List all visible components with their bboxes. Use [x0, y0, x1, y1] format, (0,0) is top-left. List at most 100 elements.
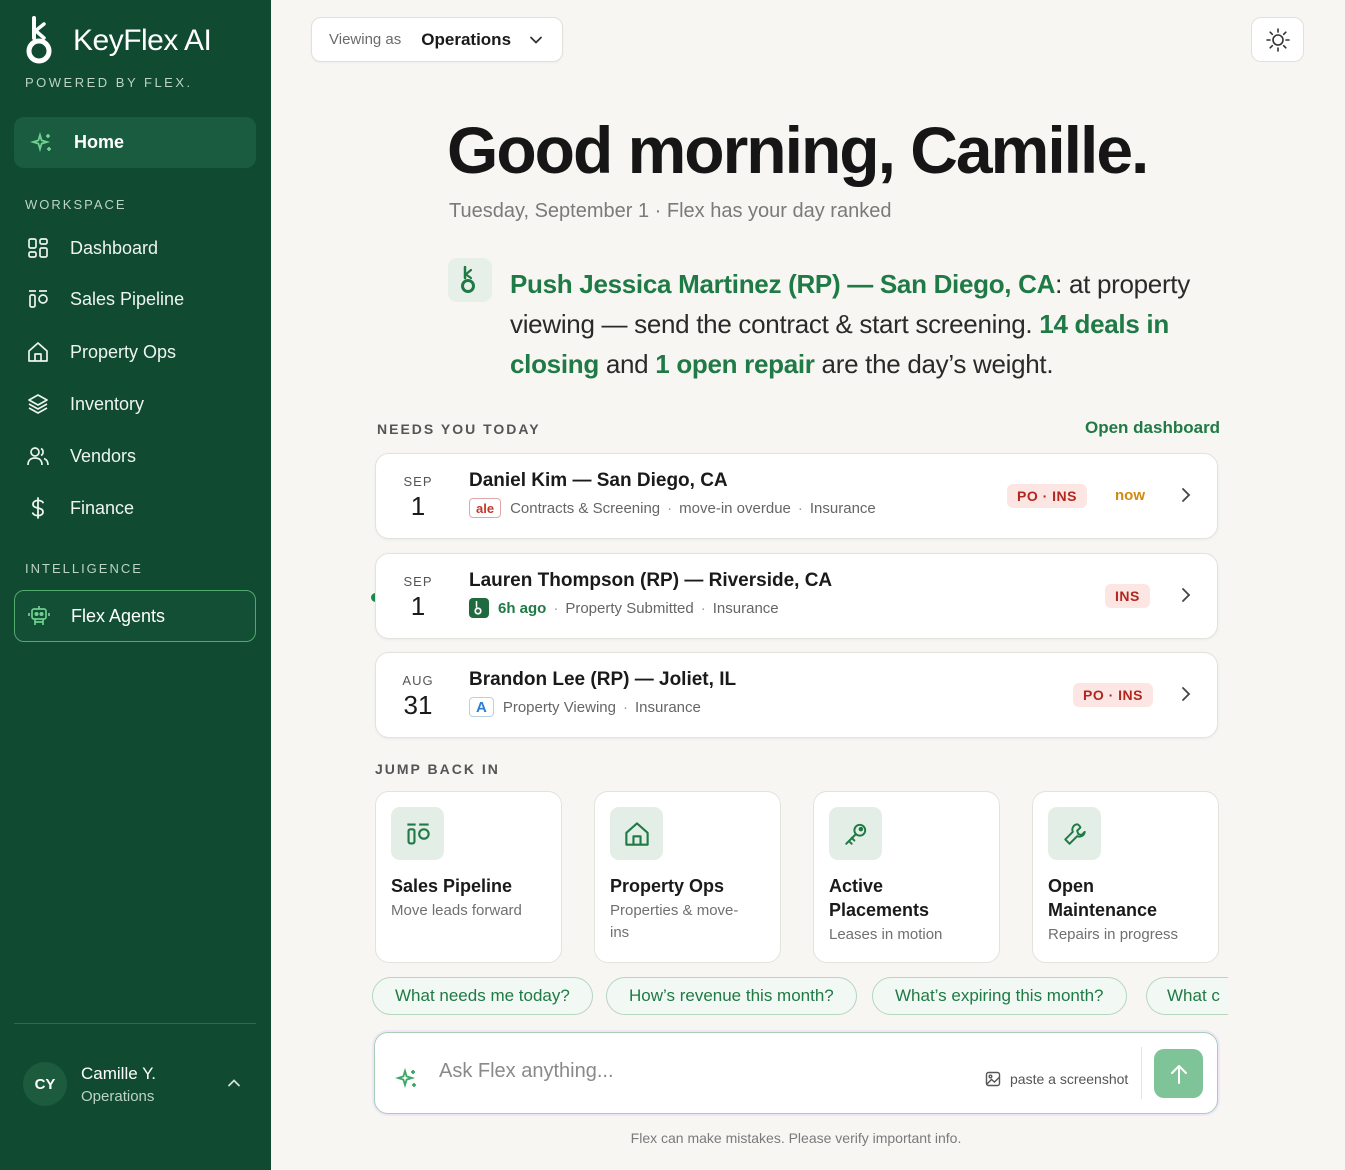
brand-tagline: POWERED BY FLEX. [25, 75, 193, 90]
task-title: Lauren Thompson (RP) — Riverside, CA [469, 570, 833, 591]
task-meta: ale Contracts & Screening · move-in overd… [469, 498, 876, 518]
users-icon [26, 444, 50, 468]
chevron-right-icon [1182, 687, 1191, 701]
sidebar-divider [14, 1023, 256, 1024]
brand[interactable]: KeyFlex AI [25, 16, 212, 66]
sidebar: KeyFlex AI POWERED BY FLEX. Home WORKSPA… [0, 0, 271, 1170]
ask-flex-input[interactable] [439, 1053, 959, 1089]
task-month: SEP [403, 474, 433, 489]
dashboard-icon [26, 236, 50, 260]
sidebar-item-label: Dashboard [70, 237, 159, 258]
task-month: SEP [403, 574, 433, 589]
arrow-up-icon [1170, 1064, 1187, 1084]
disclaimer: Flex can make mistakes. Please verify im… [630, 1130, 962, 1146]
sidebar-item-flex-agents[interactable]: Flex Agents [14, 590, 256, 642]
chevron-right-icon [1182, 588, 1191, 602]
user-menu[interactable]: CY Camille Y. Operations [23, 1060, 253, 1108]
wrench-icon [1048, 807, 1101, 860]
status-badge: PO · INS [1007, 484, 1088, 508]
task-meta: 6h ago · Property Submitted · Insurance [469, 598, 779, 618]
suggestion-chip[interactable]: What’s expiring this month? [872, 977, 1127, 1015]
image-icon [985, 1071, 1001, 1087]
pipeline-icon [391, 807, 444, 860]
input-divider [1141, 1047, 1142, 1099]
greeting-subline: Tuesday, September 1 · Flex has your day… [449, 200, 892, 222]
open-dashboard-link[interactable]: Open dashboard [1085, 418, 1220, 438]
flex-logo-icon [448, 258, 492, 302]
jump-back-heading: JUMP BACK IN [375, 761, 500, 777]
card-subtitle: Move leads forward [391, 902, 522, 919]
sidebar-item-sales-pipeline[interactable]: Sales Pipeline [14, 277, 256, 321]
task-row[interactable]: AUG 31 Brandon Lee (RP) — Joliet, IL A P… [375, 652, 1218, 738]
avatar: CY [23, 1062, 67, 1106]
jump-card-open-maintenance[interactable]: Open Maintenance Repairs in progress [1032, 791, 1219, 963]
task-row[interactable]: SEP 1 Lauren Thompson (RP) — Riverside, … [375, 553, 1218, 639]
card-subtitle: Leases in motion [829, 926, 943, 943]
intelligence-section-label: INTELLIGENCE [25, 561, 143, 576]
brief-text: Push Jessica Martinez (RP) — San Diego, … [510, 269, 1190, 379]
suggestion-chips: What needs me today? How’s revenue this … [372, 977, 1228, 1017]
pipeline-icon [26, 287, 50, 311]
chevron-right-icon [1182, 488, 1191, 502]
card-subtitle: Properties & move-ins [610, 902, 739, 941]
suggestion-chip[interactable]: What c [1146, 977, 1228, 1015]
sidebar-item-dashboard[interactable]: Dashboard [14, 226, 256, 270]
sidebar-item-home[interactable]: Home [14, 117, 256, 168]
task-month: AUG [402, 673, 434, 688]
suggestion-chip[interactable]: How’s revenue this month? [606, 977, 857, 1015]
jump-card-active-placements[interactable]: Active Placements Leases in motion [813, 791, 1000, 963]
keyflex-logo-icon [26, 16, 52, 64]
card-subtitle: Repairs in progress [1048, 926, 1179, 943]
sidebar-item-label: Sales Pipeline [70, 288, 185, 309]
robot-icon [27, 604, 51, 628]
status-badge: PO · INS [1073, 683, 1154, 707]
sparkle-icon [395, 1067, 416, 1089]
viewing-as-select[interactable]: Viewing as Operations [311, 17, 563, 62]
paste-screenshot-button[interactable]: paste a screenshot [985, 1071, 1128, 1087]
sidebar-item-label: Inventory [70, 393, 145, 414]
brief-repair-link[interactable]: 1 open repair [655, 349, 815, 379]
urgency-label: now [1115, 487, 1145, 504]
sidebar-item-inventory[interactable]: Inventory [14, 382, 256, 426]
user-role: Operations [81, 1087, 155, 1105]
dollar-icon [26, 496, 50, 520]
task-row[interactable]: SEP 1 Daniel Kim — San Diego, CA ale Con… [375, 453, 1218, 539]
status-badge: INS [1105, 584, 1150, 608]
brand-name: KeyFlex AI [73, 24, 212, 57]
suggestion-chip[interactable]: What needs me today? [372, 977, 593, 1015]
task-title: Daniel Kim — San Diego, CA [469, 470, 728, 491]
chevron-up-icon [228, 1079, 240, 1087]
sidebar-item-label: Vendors [70, 445, 137, 466]
jump-card-property-ops[interactable]: Property Ops Properties & move-ins [594, 791, 781, 963]
source-tag: ale [469, 498, 502, 518]
sparkle-icon [30, 131, 51, 152]
source-tag: A [469, 697, 494, 717]
card-title: Active Placements [829, 876, 930, 920]
task-meta: A Property Viewing · Insurance [469, 697, 701, 717]
workspace-section-label: WORKSPACE [25, 197, 127, 212]
home-icon [26, 340, 50, 364]
jump-card-sales-pipeline[interactable]: Sales Pipeline Move leads forward [375, 791, 562, 963]
flex-logo-icon [469, 598, 489, 618]
sidebar-item-vendors[interactable]: Vendors [14, 434, 256, 478]
page-title: Good morning, Camille. [447, 113, 1149, 187]
brief-lead-link[interactable]: Push Jessica Martinez (RP) — San Diego, … [510, 269, 1055, 299]
task-title: Brandon Lee (RP) — Joliet, IL [469, 669, 737, 690]
paste-screenshot-label: paste a screenshot [1010, 1071, 1129, 1087]
task-day: 31 [403, 690, 433, 720]
send-button[interactable] [1154, 1049, 1203, 1098]
time-ago: 6h ago [498, 599, 547, 617]
viewing-as-value: Operations [421, 29, 512, 49]
sidebar-item-finance[interactable]: Finance [14, 486, 256, 530]
chevron-down-icon [530, 36, 542, 44]
ask-flex-box: paste a screenshot [374, 1032, 1218, 1114]
user-name: Camille Y. [81, 1063, 156, 1083]
needs-today-heading: NEEDS YOU TODAY [377, 421, 541, 437]
sidebar-item-label: Home [74, 132, 125, 152]
theme-toggle-button[interactable] [1251, 17, 1304, 62]
card-title: Property Ops [610, 876, 725, 896]
sidebar-item-property-ops[interactable]: Property Ops [14, 330, 256, 374]
layers-icon [26, 392, 50, 416]
task-day: 1 [410, 591, 426, 621]
sidebar-item-label: Flex Agents [71, 605, 166, 626]
